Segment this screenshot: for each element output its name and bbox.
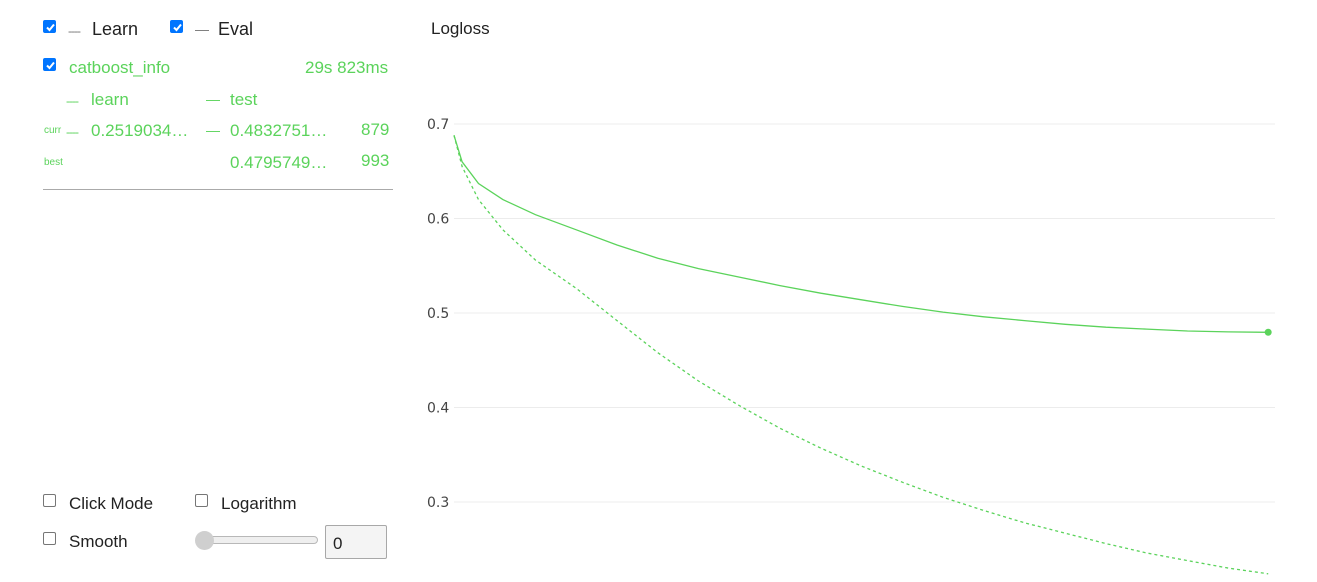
y-tick-label: 0.6 (427, 212, 449, 228)
check-icon (46, 23, 55, 32)
click-mode-checkbox[interactable] (43, 494, 56, 507)
learn-col-dash-icon: ---- (66, 94, 79, 108)
logloss-chart[interactable]: Logloss 0.7 0.6 0.5 0.4 0.3 (400, 0, 1300, 582)
y-tick-label: 0.4 (427, 401, 449, 417)
best-point-marker[interactable] (1264, 328, 1272, 336)
y-tick-label: 0.3 (427, 495, 449, 511)
series-line-test (453, 135, 1269, 333)
col-learn-header: learn (91, 90, 129, 109)
curr-label: curr (44, 125, 62, 136)
curr-learn-dash-icon: ---- (66, 125, 79, 139)
logarithm-checkbox[interactable] (195, 494, 208, 507)
click-mode-label: Click Mode (69, 494, 154, 513)
curr-iteration: 879 (361, 120, 390, 139)
check-icon (46, 61, 55, 70)
smooth-slider-track[interactable] (200, 536, 318, 544)
check-icon (173, 23, 182, 32)
col-test-header: test (230, 90, 258, 109)
test-col-dash-icon: — (206, 91, 220, 107)
learn-checkbox[interactable] (43, 20, 56, 33)
best-test-value: 0.4795749… (230, 154, 328, 171)
series-line-learn (453, 135, 1269, 575)
best-iteration: 993 (361, 151, 390, 170)
learn-legend-label: Learn (92, 19, 139, 39)
smooth-label: Smooth (69, 532, 128, 551)
run-checkbox[interactable] (43, 58, 56, 71)
run-name[interactable]: catboost_info (69, 59, 170, 76)
y-tick-label: 0.7 (427, 117, 449, 133)
curr-test-value: 0.4832751… (230, 122, 328, 139)
smooth-value-input[interactable] (325, 525, 387, 559)
y-tick-label: 0.5 (427, 306, 449, 322)
run-time: 29s 823ms (305, 58, 389, 77)
curr-learn-value: 0.2519034… (91, 122, 189, 139)
eval-checkbox[interactable] (170, 20, 183, 33)
eval-dash-icon: — (195, 21, 209, 37)
smooth-slider-thumb[interactable] (195, 531, 214, 550)
learn-dash-icon: ---- (68, 24, 81, 38)
smooth-checkbox[interactable] (43, 532, 56, 545)
divider (43, 189, 393, 190)
eval-legend-label: Eval (218, 19, 254, 39)
chart-title: Logloss (431, 19, 490, 38)
logarithm-label: Logarithm (221, 494, 297, 513)
curr-test-dash-icon: — (206, 122, 220, 138)
best-label: best (44, 157, 63, 168)
